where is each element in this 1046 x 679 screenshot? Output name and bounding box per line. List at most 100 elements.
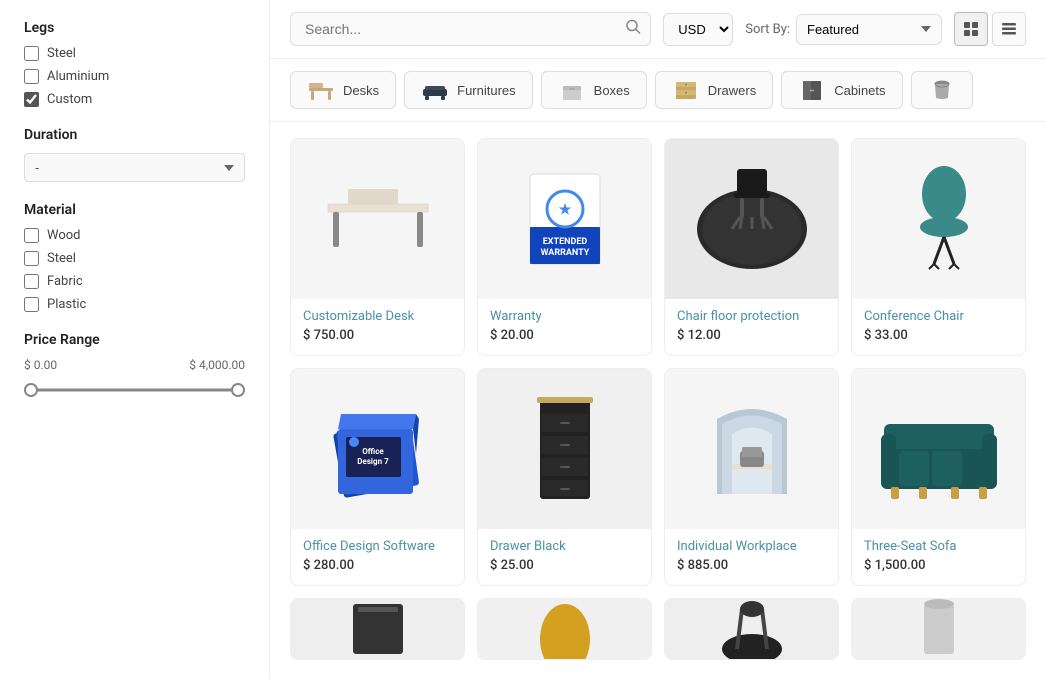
legs-aluminium-checkbox[interactable] — [24, 69, 39, 84]
product-price-conference-chair: $ 33.00 — [864, 328, 1013, 343]
category-boxes[interactable]: Boxes — [541, 71, 647, 109]
product-card-drawer-black[interactable]: Drawer Black $ 25.00 — [477, 368, 652, 586]
material-fabric-label: Fabric — [47, 274, 83, 289]
price-max-value: $ 4,000.00 — [189, 358, 245, 372]
product-image-chair-floor-protection — [665, 139, 838, 299]
product-card-partial-9[interactable] — [290, 598, 465, 660]
legs-custom-option[interactable]: Custom — [24, 92, 245, 107]
product-image-partial-10 — [478, 599, 651, 659]
category-drawers-label: Drawers — [708, 83, 756, 98]
product-name-customizable-desk: Customizable Desk — [303, 309, 452, 324]
sort-select[interactable]: Featured Price: Low to High Price: High … — [796, 14, 942, 45]
material-fabric-option[interactable]: Fabric — [24, 274, 245, 289]
product-info-customizable-desk: Customizable Desk $ 750.00 — [291, 299, 464, 355]
sort-container: Sort By: Featured Price: Low to High Pri… — [745, 14, 942, 45]
category-furnitures[interactable]: Furnitures — [404, 71, 533, 109]
list-view-button[interactable] — [992, 12, 1026, 46]
cabinets-icon — [798, 79, 826, 101]
product-card-partial-12[interactable] — [851, 598, 1026, 660]
app-container: Legs Steel Aluminium Custom Duration - 1… — [0, 0, 1046, 679]
range-fill — [24, 389, 245, 392]
currency-select[interactable]: USD EUR GBP — [663, 13, 733, 46]
product-card-warranty[interactable]: ★ EXTENDED WARRANTY Warranty $ 20.00 — [477, 138, 652, 356]
material-plastic-option[interactable]: Plastic — [24, 297, 245, 312]
top-bar: USD EUR GBP Sort By: Featured Price: Low… — [270, 0, 1046, 59]
duration-select[interactable]: - 1 year 2 years 3 years — [24, 153, 245, 182]
boxes-icon — [558, 79, 586, 101]
products-container: Customizable Desk $ 750.00 ★ EXTENDED — [270, 122, 1046, 679]
sidebar: Legs Steel Aluminium Custom Duration - 1… — [0, 0, 270, 679]
product-image-partial-12 — [852, 599, 1025, 659]
price-range-slider[interactable] — [24, 380, 245, 400]
product-card-partial-10[interactable] — [477, 598, 652, 660]
product-image-three-seat-sofa — [852, 369, 1025, 529]
sort-label: Sort By: — [745, 22, 790, 37]
product-card-conference-chair[interactable]: Conference Chair $ 33.00 — [851, 138, 1026, 356]
product-info-drawer-black: Drawer Black $ 25.00 — [478, 529, 651, 585]
svg-text:WARRANTY: WARRANTY — [540, 248, 589, 258]
svg-text:EXTENDED: EXTENDED — [542, 237, 587, 247]
svg-text:Design 7: Design 7 — [357, 457, 389, 466]
product-name-office-design-software: Office Design Software — [303, 539, 452, 554]
legs-aluminium-option[interactable]: Aluminium — [24, 69, 245, 84]
material-plastic-checkbox[interactable] — [24, 297, 39, 312]
search-container — [290, 12, 651, 46]
material-steel-option[interactable]: Steel — [24, 251, 245, 266]
duration-filter: Duration - 1 year 2 years 3 years — [24, 127, 245, 182]
product-card-chair-floor-protection[interactable]: Chair floor protection $ 12.00 — [664, 138, 839, 356]
product-info-chair-floor-protection: Chair floor protection $ 12.00 — [665, 299, 838, 355]
product-image-partial-9 — [291, 599, 464, 659]
product-card-partial-11[interactable] — [664, 598, 839, 660]
legs-custom-checkbox[interactable] — [24, 92, 39, 107]
main-content: USD EUR GBP Sort By: Featured Price: Low… — [270, 0, 1046, 679]
product-card-office-design-software[interactable]: Office Design 7 Office Design Software $… — [290, 368, 465, 586]
legs-aluminium-label: Aluminium — [47, 69, 109, 84]
product-price-warranty: $ 20.00 — [490, 328, 639, 343]
search-button[interactable] — [625, 19, 641, 40]
range-thumb-right[interactable] — [231, 383, 245, 397]
product-image-drawer-black — [478, 369, 651, 529]
material-wood-option[interactable]: Wood — [24, 228, 245, 243]
material-steel-checkbox[interactable] — [24, 251, 39, 266]
product-name-chair-floor-protection: Chair floor protection — [677, 309, 826, 324]
product-info-three-seat-sofa: Three-Seat Sofa $ 1,500.00 — [852, 529, 1025, 585]
product-price-chair-floor-protection: $ 12.00 — [677, 328, 826, 343]
product-card-individual-workplace[interactable]: Individual Workplace $ 885.00 — [664, 368, 839, 586]
price-range-title: Price Range — [24, 332, 245, 348]
product-price-individual-workplace: $ 885.00 — [677, 558, 826, 573]
product-price-drawer-black: $ 25.00 — [490, 558, 639, 573]
category-desks[interactable]: Desks — [290, 71, 396, 109]
legs-steel-option[interactable]: Steel — [24, 46, 245, 61]
category-drawers[interactable]: Drawers — [655, 71, 773, 109]
range-thumb-left[interactable] — [24, 383, 38, 397]
material-fabric-checkbox[interactable] — [24, 274, 39, 289]
svg-text:Office: Office — [362, 447, 384, 456]
category-cabinets[interactable]: Cabinets — [781, 71, 902, 109]
product-image-warranty: ★ EXTENDED WARRANTY — [478, 139, 651, 299]
category-bar: Desks Furnitures — [270, 59, 1046, 122]
category-furnitures-label: Furnitures — [457, 83, 516, 98]
search-input[interactable] — [290, 12, 651, 46]
product-info-conference-chair: Conference Chair $ 33.00 — [852, 299, 1025, 355]
product-image-conference-chair — [852, 139, 1025, 299]
product-info-warranty: Warranty $ 20.00 — [478, 299, 651, 355]
product-card-customizable-desk[interactable]: Customizable Desk $ 750.00 — [290, 138, 465, 356]
duration-filter-title: Duration — [24, 127, 245, 143]
product-price-customizable-desk: $ 750.00 — [303, 328, 452, 343]
legs-steel-checkbox[interactable] — [24, 46, 39, 61]
product-price-three-seat-sofa: $ 1,500.00 — [864, 558, 1013, 573]
list-view-icon — [1001, 21, 1017, 37]
products-grid: Customizable Desk $ 750.00 ★ EXTENDED — [290, 138, 1026, 660]
view-toggle — [954, 12, 1026, 46]
material-wood-checkbox[interactable] — [24, 228, 39, 243]
grid-view-button[interactable] — [954, 12, 988, 46]
category-misc[interactable] — [911, 71, 973, 109]
material-filter: Material Wood Steel Fabric Plastic — [24, 202, 245, 312]
product-name-conference-chair: Conference Chair — [864, 309, 1013, 324]
product-image-partial-11 — [665, 599, 838, 659]
product-card-three-seat-sofa[interactable]: Three-Seat Sofa $ 1,500.00 — [851, 368, 1026, 586]
legs-filter: Legs Steel Aluminium Custom — [24, 20, 245, 107]
legs-filter-title: Legs — [24, 20, 245, 36]
desks-icon — [307, 79, 335, 101]
product-price-office-design-software: $ 280.00 — [303, 558, 452, 573]
